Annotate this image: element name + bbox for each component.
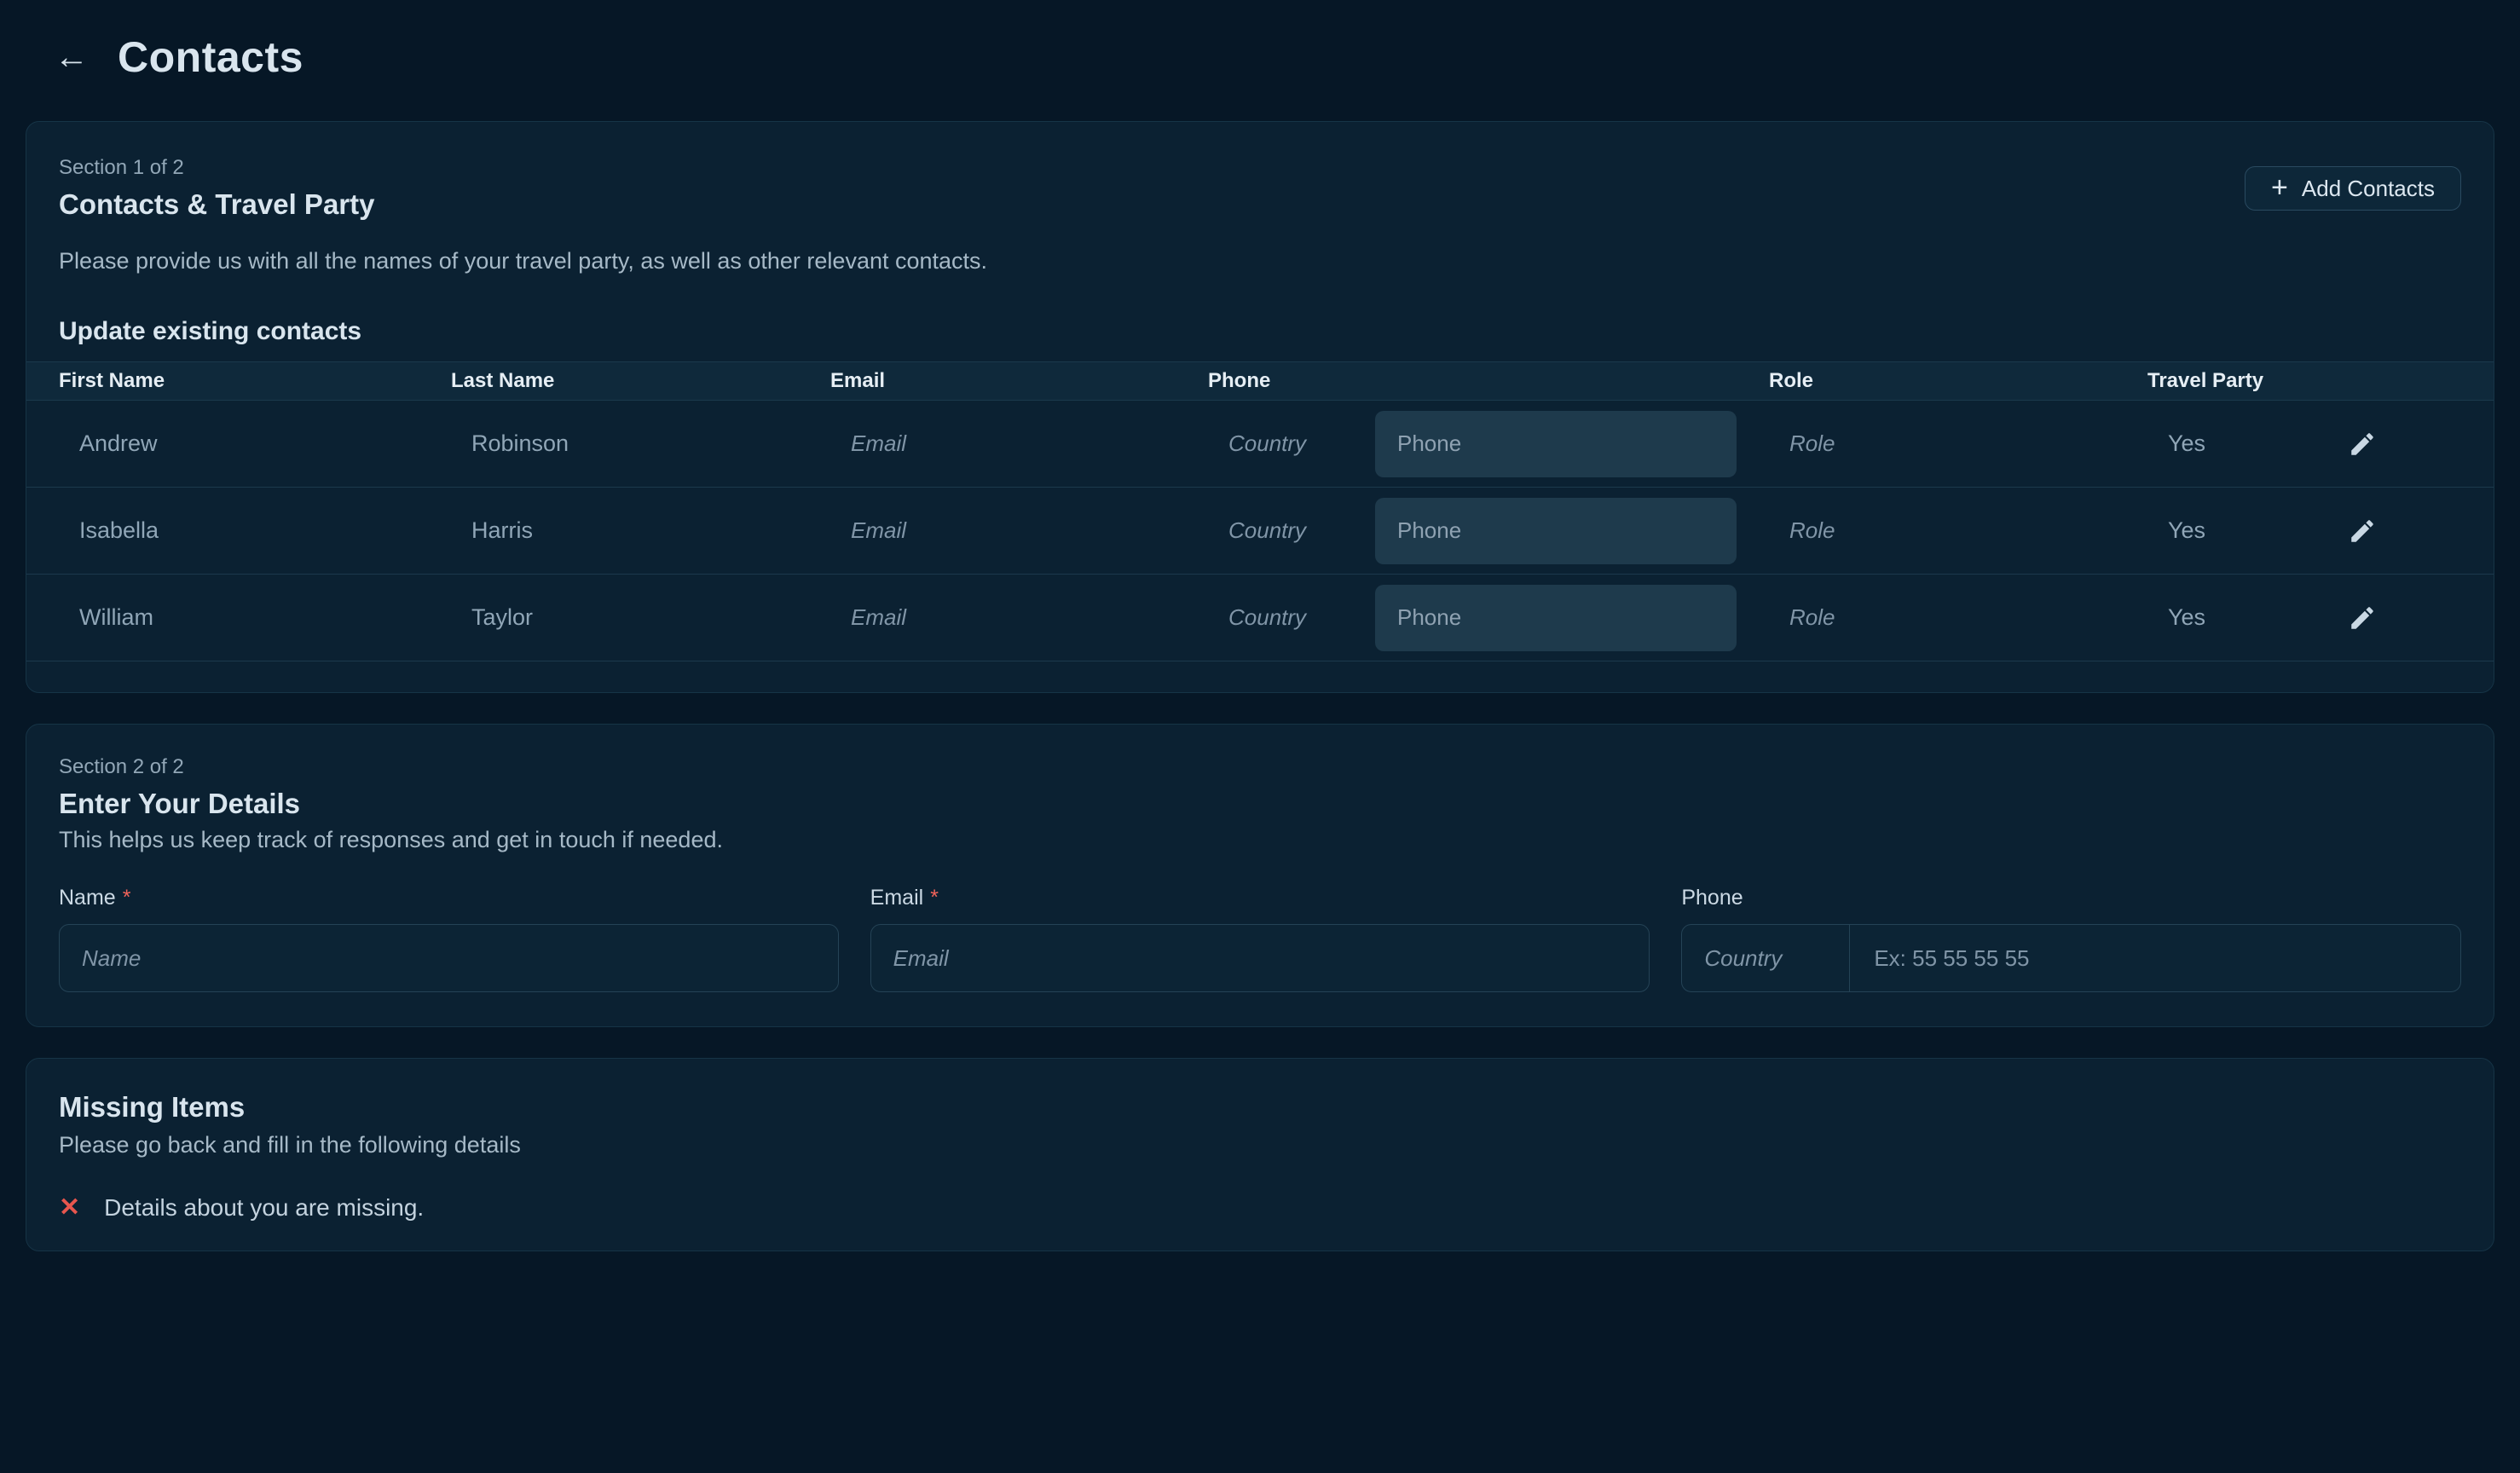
column-header-email: Email <box>798 369 1176 393</box>
cell-country-placeholder: Country <box>1228 517 1350 544</box>
missing-items-description: Please go back and fill in the following… <box>59 1132 2461 1158</box>
cell-phone: Country <box>1176 411 1737 477</box>
phone-input[interactable] <box>1375 411 1737 477</box>
section-title: Enter Your Details <box>59 788 2461 820</box>
cell-email-placeholder: Email <box>798 430 1176 457</box>
cell-edit <box>2303 422 2422 466</box>
missing-item-row: ✕ Details about you are missing. <box>59 1194 2461 1222</box>
required-asterisk: * <box>123 886 131 910</box>
cell-first-name: Andrew <box>26 430 419 457</box>
missing-item-text: Details about you are missing. <box>104 1194 424 1222</box>
column-header-role: Role <box>1737 369 2115 393</box>
cell-travel-party: Yes <box>2115 604 2303 631</box>
email-field: Email * <box>870 886 1650 992</box>
cell-role-placeholder: Role <box>1737 517 2115 544</box>
cell-role-placeholder: Role <box>1737 430 2115 457</box>
edit-contact-button[interactable] <box>2340 596 2384 640</box>
table-title: Update existing contacts <box>26 317 2494 346</box>
cell-travel-party: Yes <box>2115 517 2303 544</box>
phone-input[interactable] <box>1375 585 1737 651</box>
email-input[interactable] <box>870 924 1650 992</box>
section-description: Please provide us with all the names of … <box>26 248 2494 274</box>
cell-first-name: Isabella <box>26 517 419 544</box>
pencil-icon <box>2348 604 2377 633</box>
cell-role-placeholder: Role <box>1737 604 2115 631</box>
error-x-icon: ✕ <box>59 1195 80 1221</box>
missing-items-title: Missing Items <box>59 1091 2461 1124</box>
phone-label: Phone <box>1681 886 2461 910</box>
details-form: Name * Email * Phone <box>59 886 2461 992</box>
plus-icon: + <box>2271 173 2288 202</box>
cell-travel-party: Yes <box>2115 430 2303 457</box>
section-card-details: Section 2 of 2 Enter Your Details This h… <box>26 724 2494 1027</box>
email-label-text: Email <box>870 886 924 910</box>
column-header-first-name: First Name <box>26 369 419 393</box>
name-input[interactable] <box>59 924 839 992</box>
phone-country-input[interactable] <box>1682 925 1850 991</box>
cell-email-placeholder: Email <box>798 517 1176 544</box>
section-card-missing-items: Missing Items Please go back and fill in… <box>26 1058 2494 1251</box>
phone-field: Phone <box>1681 886 2461 992</box>
section-step-label: Section 1 of 2 <box>59 156 374 180</box>
main-content: Section 1 of 2 Contacts & Travel Party +… <box>26 121 2494 1251</box>
cell-phone: Country <box>1176 498 1737 564</box>
page-title: Contacts <box>118 32 303 82</box>
name-label: Name * <box>59 886 839 910</box>
phone-label-text: Phone <box>1681 886 1743 910</box>
phone-input-group <box>1681 924 2461 992</box>
section-description: This helps us keep track of responses an… <box>59 827 2461 853</box>
column-header-last-name: Last Name <box>419 369 798 393</box>
cell-last-name: Robinson <box>419 430 798 457</box>
edit-contact-button[interactable] <box>2340 509 2384 553</box>
phone-number-input[interactable] <box>1850 925 2460 991</box>
add-contacts-label: Add Contacts <box>2302 176 2435 202</box>
cell-country-placeholder: Country <box>1228 604 1350 631</box>
name-label-text: Name <box>59 886 116 910</box>
cell-edit <box>2303 509 2422 553</box>
pencil-icon <box>2348 430 2377 459</box>
pencil-icon <box>2348 517 2377 546</box>
cell-edit <box>2303 596 2422 640</box>
section-title: Contacts & Travel Party <box>59 188 374 221</box>
required-asterisk: * <box>930 886 939 910</box>
card-head: Section 1 of 2 Contacts & Travel Party +… <box>26 156 2494 221</box>
table-header-row: First Name Last Name Email Phone Role Tr… <box>26 361 2494 401</box>
page-header: ← Contacts <box>0 0 2520 82</box>
contact-row: William Taylor Email Country Role Yes <box>26 575 2494 661</box>
column-header-phone: Phone <box>1176 369 1737 393</box>
section-card-contacts: Section 1 of 2 Contacts & Travel Party +… <box>26 121 2494 693</box>
cell-country-placeholder: Country <box>1228 430 1350 457</box>
phone-input[interactable] <box>1375 498 1737 564</box>
add-contacts-button[interactable]: + Add Contacts <box>2245 166 2461 211</box>
contact-row: Isabella Harris Email Country Role Yes <box>26 488 2494 575</box>
email-label: Email * <box>870 886 1650 910</box>
back-button[interactable]: ← <box>48 33 95 81</box>
cell-last-name: Taylor <box>419 604 798 631</box>
cell-phone: Country <box>1176 585 1737 651</box>
section-step-label: Section 2 of 2 <box>59 755 2461 779</box>
edit-contact-button[interactable] <box>2340 422 2384 466</box>
contact-row: Andrew Robinson Email Country Role Yes <box>26 401 2494 488</box>
cell-email-placeholder: Email <box>798 604 1176 631</box>
cell-last-name: Harris <box>419 517 798 544</box>
name-field: Name * <box>59 886 839 992</box>
card-head-titles: Section 1 of 2 Contacts & Travel Party <box>59 156 374 221</box>
cell-first-name: William <box>26 604 419 631</box>
column-header-travel-party: Travel Party <box>2115 369 2303 393</box>
contacts-table: First Name Last Name Email Phone Role Tr… <box>26 361 2494 661</box>
back-arrow-icon: ← <box>55 40 89 74</box>
